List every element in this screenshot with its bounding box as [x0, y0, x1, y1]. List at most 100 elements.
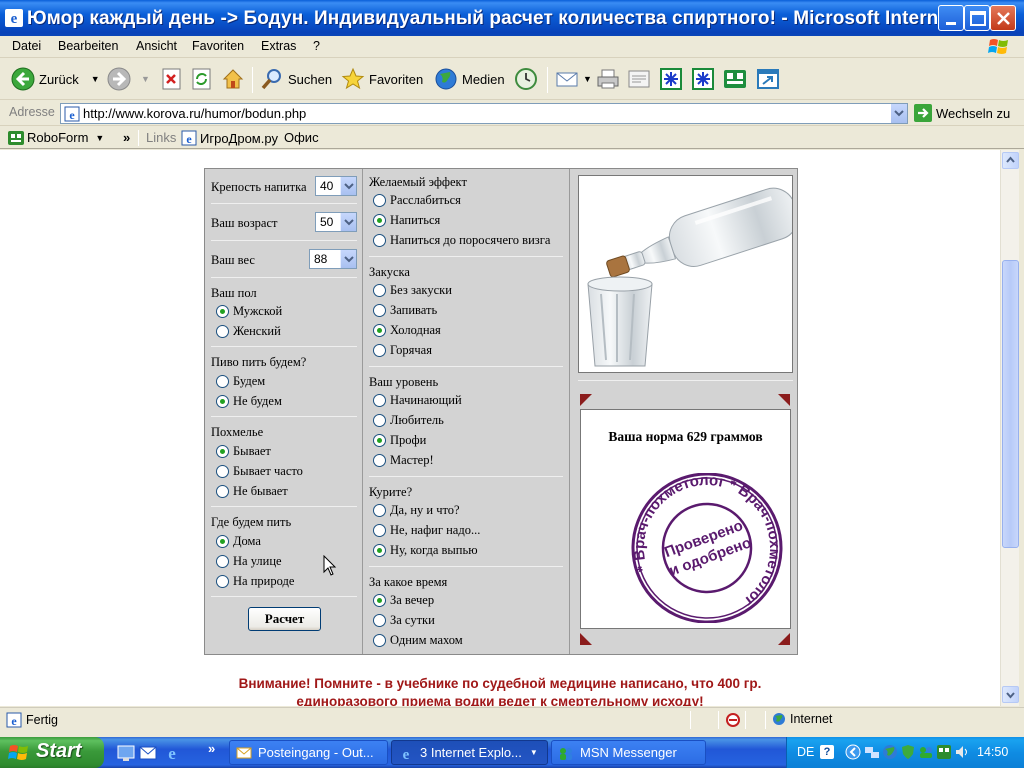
menu-help[interactable]: ? — [313, 39, 320, 53]
chevron-down-icon[interactable]: ▼ — [583, 74, 592, 84]
radio-button[interactable] — [373, 344, 386, 357]
internet-explorer-quicklaunch-icon[interactable]: e — [163, 744, 181, 762]
toolbar-extra-button-1[interactable] — [659, 65, 683, 93]
outlook-quicklaunch-icon[interactable] — [139, 744, 157, 762]
search-button[interactable]: Suchen — [260, 65, 332, 93]
smoke-option-yes[interactable]: Да, ну и что? — [373, 503, 460, 518]
radio-button[interactable] — [373, 634, 386, 647]
snack-option-cold[interactable]: Холодная — [373, 323, 441, 338]
shield-icon[interactable] — [900, 744, 916, 760]
calculate-button[interactable]: Расчет — [248, 607, 321, 631]
link-igrodrom[interactable]: e ИгроДром.ру — [181, 130, 278, 146]
where-option-nature[interactable]: На природе — [216, 574, 294, 589]
minimize-button[interactable] — [938, 5, 964, 31]
level-option-pro[interactable]: Профи — [373, 433, 426, 448]
stop-button[interactable] — [160, 65, 184, 93]
task-internet-explorer[interactable]: e 3 Internet Explo... ▼ — [391, 740, 548, 765]
maximize-button[interactable] — [964, 5, 990, 31]
radio-button[interactable] — [373, 454, 386, 467]
radio-button[interactable] — [373, 544, 386, 557]
time-option-day[interactable]: За сутки — [373, 613, 435, 628]
clock[interactable]: 14:50 — [977, 745, 1008, 759]
radio-button[interactable] — [373, 194, 386, 207]
radio-button[interactable] — [216, 445, 229, 458]
speaker-icon[interactable] — [954, 744, 970, 760]
menu-bearbeiten[interactable]: Bearbeiten — [58, 39, 118, 53]
security-zone[interactable]: Internet — [772, 712, 832, 726]
time-option-one-gulp[interactable]: Одним махом — [373, 633, 463, 648]
back-button[interactable]: Zurück ▼ — [11, 65, 100, 93]
radio-button[interactable] — [373, 214, 386, 227]
radio-button[interactable] — [216, 485, 229, 498]
start-button[interactable]: Start — [0, 737, 104, 768]
language-indicator[interactable]: DE — [797, 745, 814, 759]
link-office[interactable]: Офис — [284, 130, 319, 145]
radio-button[interactable] — [216, 575, 229, 588]
history-button[interactable] — [514, 65, 538, 93]
level-option-master[interactable]: Мастер! — [373, 453, 434, 468]
level-option-amateur[interactable]: Любитель — [373, 413, 444, 428]
toolbar-extra-button-3[interactable] — [723, 65, 747, 93]
scroll-thumb[interactable] — [1002, 260, 1019, 548]
snack-option-chase[interactable]: Запивать — [373, 303, 437, 318]
radio-button[interactable] — [216, 555, 229, 568]
scroll-down-button[interactable] — [1002, 686, 1019, 703]
radio-button[interactable] — [373, 414, 386, 427]
radio-button[interactable] — [373, 234, 386, 247]
effect-option-relax[interactable]: Расслабиться — [373, 193, 461, 208]
hangover-option-never[interactable]: Не бывает — [216, 484, 288, 499]
radio-button[interactable] — [216, 465, 229, 478]
smoke-option-no[interactable]: Не, нафиг надо... — [373, 523, 480, 538]
sex-option-male[interactable]: Мужской — [216, 304, 282, 319]
radio-button[interactable] — [373, 614, 386, 627]
forward-button[interactable]: ▼ — [107, 65, 150, 93]
mail-button[interactable]: ▼ — [555, 65, 592, 93]
time-option-evening[interactable]: За вечер — [373, 593, 434, 608]
print-button[interactable] — [596, 65, 620, 93]
refresh-button[interactable] — [190, 65, 214, 93]
favorites-button[interactable]: Favoriten — [341, 65, 423, 93]
effect-option-drunk[interactable]: Напиться — [373, 213, 440, 228]
quicklaunch-more-icon[interactable]: » — [208, 741, 215, 756]
radio-button[interactable] — [216, 375, 229, 388]
roboform-tray-icon[interactable] — [936, 744, 952, 760]
radio-button[interactable] — [216, 395, 229, 408]
task-msn-messenger[interactable]: MSN Messenger — [551, 740, 706, 765]
toolbar-extra-button-2[interactable] — [691, 65, 715, 93]
show-desktop-icon[interactable] — [117, 744, 135, 762]
snack-option-hot[interactable]: Горячая — [373, 343, 432, 358]
radio-button[interactable] — [373, 434, 386, 447]
toolbar-extra-button-4[interactable] — [756, 65, 780, 93]
address-dropdown-button[interactable] — [890, 104, 907, 123]
vertical-scrollbar[interactable] — [1000, 150, 1019, 706]
globe-icon[interactable] — [882, 744, 898, 760]
chevron-more-icon[interactable]: » — [123, 130, 130, 145]
strength-select[interactable]: 40 — [315, 176, 357, 196]
radio-button[interactable] — [373, 594, 386, 607]
media-button[interactable]: Medien — [434, 65, 505, 93]
task-outlook[interactable]: Posteingang - Out... — [229, 740, 388, 765]
radio-button[interactable] — [373, 504, 386, 517]
privacy-blocked-icon[interactable] — [725, 712, 741, 728]
where-option-home[interactable]: Дома — [216, 534, 261, 549]
radio-button[interactable] — [373, 324, 386, 337]
where-option-street[interactable]: На улице — [216, 554, 282, 569]
messenger-tray-icon[interactable] — [918, 744, 934, 760]
smoke-option-when-drinking[interactable]: Ну, когда выпью — [373, 543, 478, 558]
radio-button[interactable] — [216, 325, 229, 338]
address-input[interactable]: e http://www.korova.ru/humor/bodun.php — [60, 103, 908, 124]
scroll-up-button[interactable] — [1002, 152, 1019, 169]
chevron-down-icon[interactable]: ▼ — [141, 74, 150, 84]
sex-option-female[interactable]: Женский — [216, 324, 281, 339]
home-button[interactable] — [221, 65, 245, 93]
level-option-beginner[interactable]: Начинающий — [373, 393, 462, 408]
menu-favoriten[interactable]: Favoriten — [192, 39, 244, 53]
age-select[interactable]: 50 — [315, 212, 357, 232]
edit-button[interactable] — [627, 65, 651, 93]
chevron-left-icon[interactable] — [845, 744, 861, 760]
radio-button[interactable] — [373, 394, 386, 407]
radio-button[interactable] — [373, 524, 386, 537]
close-button[interactable] — [990, 5, 1016, 31]
radio-button[interactable] — [373, 284, 386, 297]
menu-datei[interactable]: Datei — [12, 39, 41, 53]
